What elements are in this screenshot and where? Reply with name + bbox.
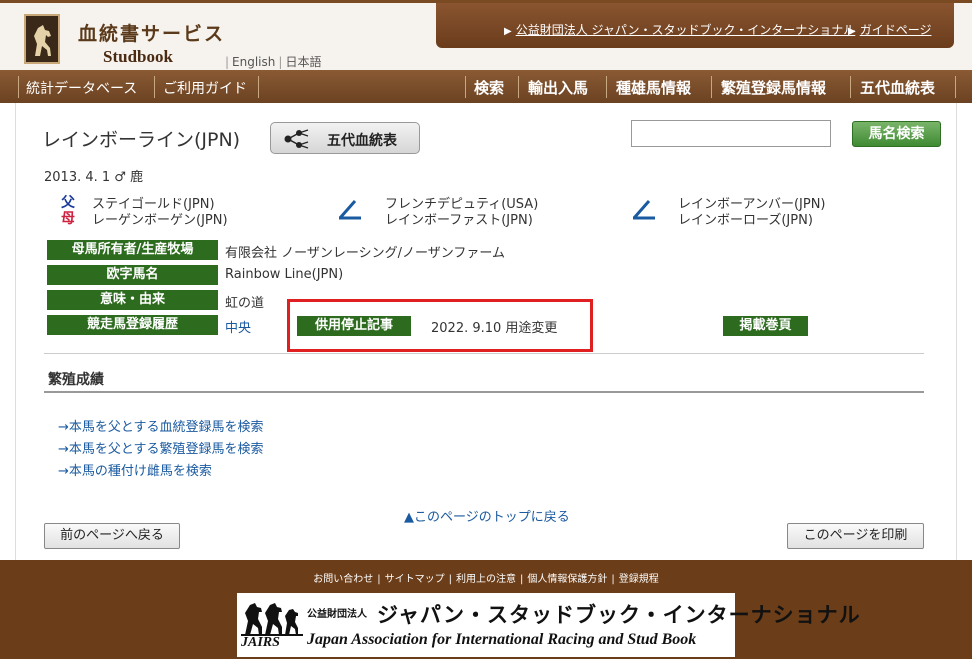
field-label-page-reference: 掲載巻頁 — [723, 316, 808, 336]
org-name-english: Japan Association for International Raci… — [307, 631, 697, 648]
page-top-link[interactable]: ▲このページのトップに戻る — [404, 506, 570, 525]
field-label-retirement: 供用停止記事 — [297, 316, 411, 336]
birth-info: 2013. 4. 1 ♂ 鹿 — [44, 170, 144, 185]
field-value-meaning: 虹の道 — [225, 296, 265, 311]
nav-item-breeding-registry[interactable]: 繁殖登録馬情報 — [721, 77, 826, 98]
search-offspring-registered-link[interactable]: →本馬を父とする血統登録馬を検索 — [58, 416, 264, 435]
dam-label: 母 — [61, 211, 75, 227]
footer-link-terms[interactable]: 利用上の注意 — [456, 574, 516, 585]
pedigree-tree-icon — [284, 129, 309, 149]
field-value-roman-name: Rainbow Line(JPN) — [225, 267, 344, 282]
breeding-results-title: 繁殖成績 — [48, 372, 104, 388]
nav-item-statistics[interactable]: 統計データベース — [26, 78, 137, 98]
divider — [44, 391, 924, 393]
horse-name: レインボーライン(JPN) — [42, 129, 241, 151]
race-history-link[interactable]: 中央 — [225, 317, 251, 336]
horses-icon — [241, 603, 303, 636]
field-label-meaning: 意味・由来 — [47, 290, 218, 310]
search-offspring-breeding-link[interactable]: →本馬を父とする繁殖登録馬を検索 — [58, 438, 264, 457]
field-value-owner-farm: 有限会社 ノーザンレーシング/ノーザンファーム — [225, 246, 505, 261]
nav-item-search[interactable]: 検索 — [474, 77, 504, 98]
dam-dam-name[interactable]: レインボーファスト(JPN) — [385, 209, 533, 228]
horse-name-search-input[interactable] — [631, 120, 831, 147]
jairs-logo[interactable]: 公益財団法人 ジャパン・スタッドブック・インターナショナル JAIRS Japa… — [237, 593, 860, 657]
jairs-mark: JAIRS — [241, 635, 280, 650]
pedigree-bracket-icon — [632, 200, 655, 220]
triangle-right-icon: ▶ — [504, 26, 512, 37]
footer-link-registration-rules[interactable]: 登録規程 — [619, 574, 659, 585]
field-label-race-history: 競走馬登録履歴 — [47, 315, 218, 335]
site-title[interactable]: 血統書サービス — [78, 19, 225, 46]
print-button[interactable]: このページを印刷 — [787, 523, 924, 549]
horse-name-search-button[interactable]: 馬名検索 — [852, 121, 941, 147]
field-label-owner-farm: 母馬所有者/生産牧場 — [47, 240, 218, 260]
site-header: 血統書サービス Studbook | English | 日本語 ▶ 公益財団法人 ジャ… — [0, 0, 972, 70]
pedigree-button[interactable]: 五代血統表 — [270, 122, 420, 154]
org-name: ジャパン・スタッドブック・インターナショナル — [377, 603, 861, 627]
nav-item-stallion-info[interactable]: 種雄馬情報 — [616, 77, 691, 98]
language-switcher: | English | 日本語 — [225, 55, 322, 69]
search-covered-mares-link[interactable]: →本馬の種付け雌馬を検索 — [58, 460, 212, 479]
nav-item-five-gen-pedigree[interactable]: 五代血統表 — [860, 77, 935, 98]
guide-link[interactable]: ▶ ガイドページ — [848, 21, 931, 38]
header-links-bar: ▶ 公益財団法人 ジャパン・スタッドブック・インターナショナル ▶ ガイドページ — [436, 3, 954, 48]
site-footer: お問い合わせ | サイトマップ | 利用上の注意 | 個人情報保護方針 | 登録規程 公益財団法… — [0, 560, 972, 659]
org-type-label: 公益財団法人 — [307, 609, 367, 620]
footer-link-sitemap[interactable]: サイトマップ — [385, 574, 445, 585]
site-logo[interactable] — [24, 14, 60, 64]
lang-english-link[interactable]: English — [232, 55, 275, 69]
footer-link-privacy[interactable]: 個人情報保護方針 — [527, 574, 607, 585]
pedigree-bracket-icon — [338, 200, 361, 220]
divider — [44, 353, 924, 354]
dam-name[interactable]: レーゲンボーゲン(JPN) — [92, 209, 228, 228]
dam-dam-dam-name[interactable]: レインボーローズ(JPN) — [678, 209, 813, 228]
footer-link-contact[interactable]: お問い合わせ — [313, 574, 373, 585]
main-nav: 統計データベース ご利用ガイド 検索 輸出入馬 種雄馬情報 繁殖登録馬情報 五代… — [0, 70, 972, 103]
lang-japanese-link[interactable]: 日本語 — [285, 55, 321, 69]
footer-links: お問い合わせ | サイトマップ | 利用上の注意 | 個人情報保護方針 | 登録規程 — [313, 574, 659, 585]
field-label-roman-name: 欧字馬名 — [47, 265, 218, 285]
org-link[interactable]: ▶ 公益財団法人 ジャパン・スタッドブック・インターナショナル — [504, 21, 855, 38]
nav-item-guide[interactable]: ご利用ガイド — [163, 78, 247, 98]
site-subtitle[interactable]: Studbook — [103, 47, 173, 67]
nav-item-import-export[interactable]: 輸出入馬 — [528, 77, 588, 98]
pedigree-button-label: 五代血統表 — [327, 133, 397, 149]
field-value-retirement: 2022. 9.10 用途変更 — [431, 321, 558, 336]
horse-icon — [34, 25, 51, 56]
back-button[interactable]: 前のページへ戻る — [44, 523, 180, 549]
triangle-right-icon: ▶ — [848, 26, 856, 37]
